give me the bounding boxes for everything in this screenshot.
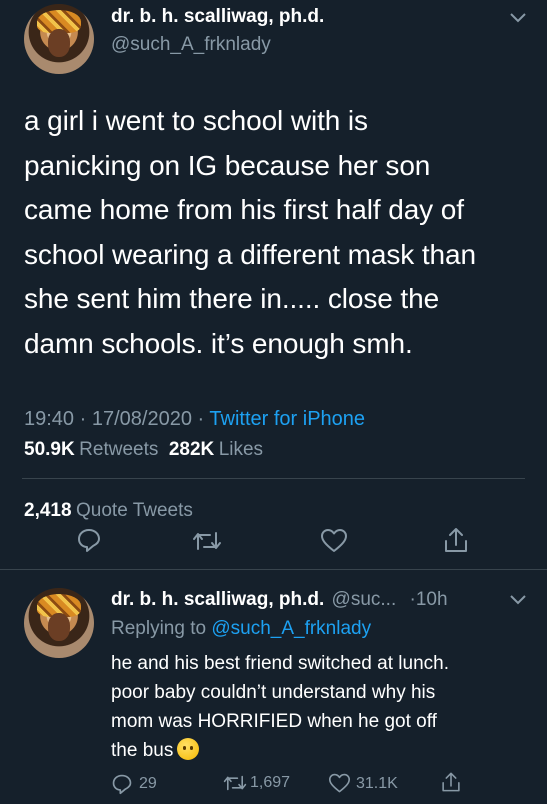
- quote-tweets-stat[interactable]: 2,418 Quote Tweets: [24, 500, 193, 522]
- likes-label: Likes: [218, 439, 264, 460]
- retweets-count: 50.9K: [24, 439, 75, 460]
- reply-icon[interactable]: [76, 527, 102, 553]
- retweets-stat[interactable]: 50.9K Retweets: [24, 439, 163, 460]
- divider: [22, 478, 525, 479]
- tweet-text-line: school wearing a different mask than: [24, 238, 476, 270]
- reply-retweet-action[interactable]: 1,697: [223, 773, 290, 793]
- reply-chevron-down-icon[interactable]: [509, 594, 527, 606]
- reply-text-line-last: the bus: [111, 740, 174, 761]
- reply-like-action[interactable]: 31.1K: [328, 773, 398, 794]
- tweet-text-line: a girl i went to school with is: [24, 105, 368, 136]
- tweet-text-line: panicking on IG because her son: [24, 149, 431, 181]
- engagement-stats: 50.9K Retweets 282K Likes: [24, 439, 263, 461]
- separator: ·: [197, 408, 205, 430]
- reply-header: dr. b. h. scalliwag, ph.d. @suc... ·10h: [111, 589, 448, 611]
- quote-count: 2,418: [24, 500, 72, 521]
- reply-text-line: mom was HORRIFIED when he got off: [111, 711, 437, 732]
- tweet-client-link[interactable]: Twitter for iPhone: [209, 408, 365, 430]
- reply-text: he and his best friend switched at lunch…: [111, 649, 536, 765]
- reply-display-name[interactable]: dr. b. h. scalliwag, ph.d.: [111, 589, 324, 610]
- user-handle[interactable]: @such_A_frknlady: [111, 34, 271, 56]
- retweet-icon[interactable]: [192, 529, 222, 553]
- avatar[interactable]: [24, 4, 94, 74]
- woozy-face-icon: [177, 738, 200, 760]
- replying-to-label: Replying to: [111, 618, 207, 639]
- separator: ·: [79, 408, 87, 430]
- likes-count: 282K: [168, 439, 215, 460]
- display-name[interactable]: dr. b. h. scalliwag, ph.d.: [111, 6, 324, 28]
- divider: [0, 569, 547, 570]
- retweets-label: Retweets: [79, 439, 159, 460]
- tweet-text-line: she sent him there in..... close the: [24, 283, 440, 314]
- tweet-text-line: came home from his first half day of: [24, 194, 464, 225]
- replying-to-handle[interactable]: @such_A_frknlady: [211, 618, 371, 639]
- reply-text-line: poor baby couldn’t understand why his: [111, 682, 436, 703]
- reply-text-line: he and his best friend switched at lunch…: [111, 653, 449, 674]
- replying-to: Replying to @such_A_frknlady: [111, 618, 371, 640]
- share-icon[interactable]: [442, 525, 470, 555]
- reply-like-count: 31.1K: [356, 774, 398, 792]
- tweet-text: a girl i went to school with is panickin…: [24, 99, 534, 366]
- reply-reply-action[interactable]: 29: [111, 773, 157, 795]
- likes-stat[interactable]: 282K Likes: [168, 439, 264, 460]
- share-icon[interactable]: [440, 770, 462, 794]
- tweet-date[interactable]: 17/08/2020: [92, 408, 192, 430]
- tweet-time[interactable]: 19:40: [24, 408, 74, 430]
- reply-text-line: the bus: [111, 736, 536, 765]
- reply-icon: [111, 773, 133, 795]
- chevron-down-icon[interactable]: [509, 12, 527, 24]
- quote-label: Quote Tweets: [76, 500, 193, 521]
- reply-avatar[interactable]: [24, 588, 94, 658]
- heart-icon[interactable]: [320, 528, 348, 554]
- heart-icon: [328, 773, 351, 794]
- reply-count: 29: [139, 775, 157, 792]
- retweet-icon: [223, 773, 247, 793]
- reply-age[interactable]: ·10h: [410, 589, 448, 610]
- reply-retweet-count: 1,697: [250, 774, 291, 791]
- tweet-text-line: damn schools. it’s enough smh.: [24, 327, 413, 359]
- reply-user-handle[interactable]: @suc...: [332, 589, 397, 610]
- tweet-meta: 19:40 · 17/08/2020 · Twitter for iPhone: [24, 408, 365, 431]
